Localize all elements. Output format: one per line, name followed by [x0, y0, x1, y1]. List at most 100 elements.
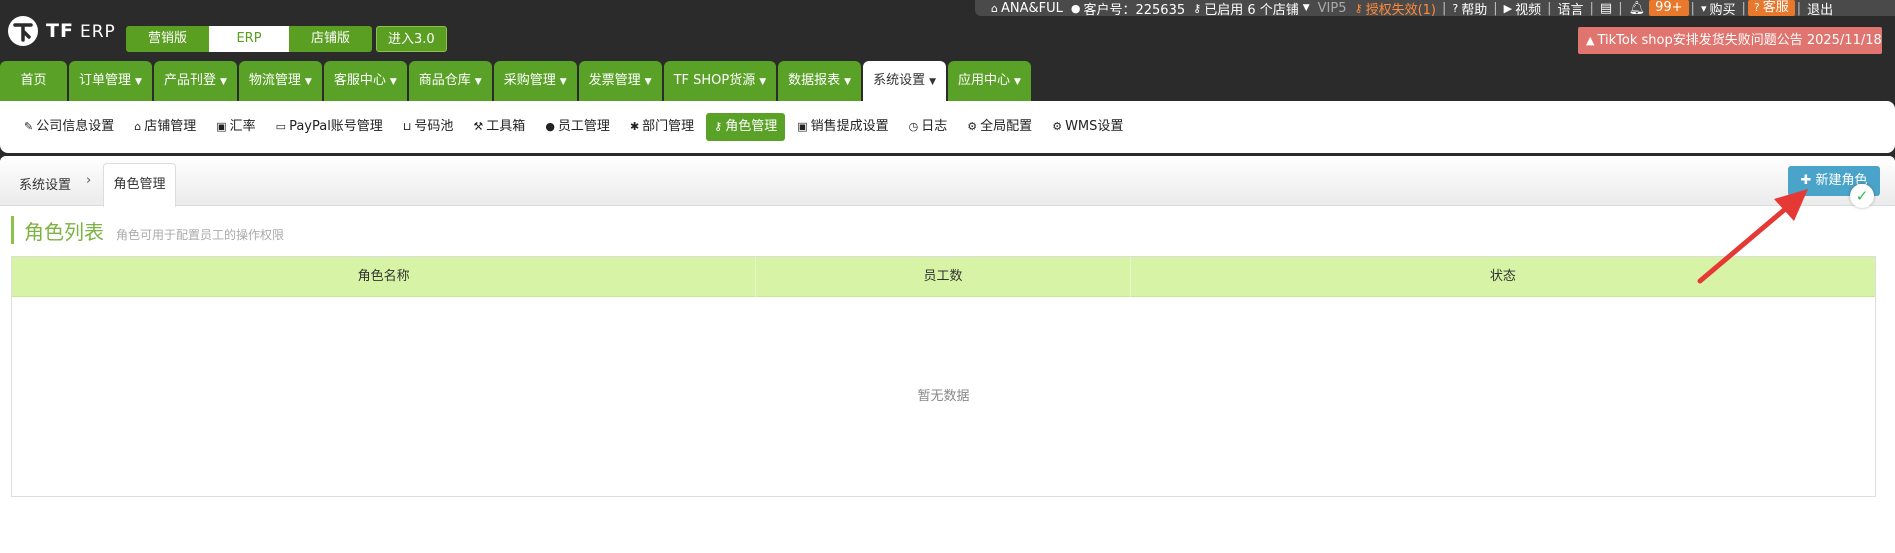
notice-banner[interactable]: ▲ TikTok shop安排发货失败问题公告 2025/11/18 [1578, 27, 1882, 54]
sub-nav-item[interactable]: ▣ 汇率 [208, 113, 263, 141]
chevron-right-icon: › [86, 173, 92, 188]
divider: | [1690, 0, 1695, 16]
cog-icon: ⚙ [1052, 120, 1063, 133]
customer-number-text: 客户号：225635 [1083, 2, 1186, 18]
service-button[interactable]: ? 客服 [1747, 0, 1795, 16]
key-icon: ⚷ [714, 120, 723, 133]
service-text: 客服 [1762, 0, 1789, 15]
store-name[interactable]: ⌂ ANA&FUL [987, 1, 1067, 16]
auth-status-text: 授权失效(1) [1365, 2, 1436, 18]
column-status: 状态 [1489, 269, 1516, 284]
language-link[interactable]: 语言 [1554, 0, 1588, 18]
empty-state: 暂无数据 [917, 389, 970, 404]
sub-nav-item[interactable]: ▣ 销售提成设置 [789, 113, 896, 141]
caret-down-icon: ▼ [389, 77, 397, 87]
notice-text: TikTok shop安排发货失败问题公告 2025/11/18 [1597, 33, 1882, 48]
bell-icon[interactable]: 🔔︎ [1625, 1, 1650, 16]
section-title: 角色列表 角色可用于配置员工的操作权限 [11, 216, 284, 244]
main-nav-item[interactable]: 发票管理 ▼ [578, 61, 662, 101]
check-icon[interactable]: ✓ [1850, 184, 1874, 208]
edition-erp[interactable]: ERP [209, 26, 290, 52]
main-nav-item[interactable]: 订单管理 ▼ [69, 61, 152, 101]
sub-nav-label: 号码池 [414, 119, 454, 134]
main-nav-item[interactable]: 产品刊登 ▼ [153, 61, 237, 101]
video-icon: ▶ [1503, 1, 1513, 15]
sub-nav-label: 汇率 [229, 119, 256, 134]
sub-nav: ✎ 公司信息设置 ⌂ 店铺管理 ▣ 汇率 ▭ PayPal账号管理 ⊔ 号码池 ⚒ 工具箱 ● 员工管理 ✱… [0, 101, 1895, 153]
sub-nav-item[interactable]: ⚷ 角色管理 [706, 113, 786, 141]
logo-icon [8, 16, 38, 46]
sub-nav-item[interactable]: ⌂ 店铺管理 [126, 113, 204, 141]
help-link[interactable]: ? 帮助 [1448, 0, 1491, 18]
cog-icon: ⚙ [967, 120, 978, 133]
column-employee-count: 员工数 [756, 257, 1131, 297]
clock-icon: ◷ [908, 120, 919, 133]
logo-brand: TF [46, 20, 74, 42]
sub-nav-label: WMS设置 [1065, 119, 1124, 134]
store-name-text: ANA&FUL [1000, 0, 1063, 16]
sub-nav-label: 角色管理 [725, 119, 778, 134]
main-nav-item[interactable]: 物流管理 ▼ [238, 61, 322, 101]
caret-down-icon: ▼ [844, 77, 852, 87]
divider: | [1493, 0, 1498, 16]
caret-down-icon: ▼ [1302, 3, 1310, 13]
enter-3-button[interactable]: 进入3.0 [376, 26, 447, 52]
sub-nav-item[interactable]: ▭ PayPal账号管理 [268, 113, 391, 141]
user-icon: ● [1070, 1, 1081, 15]
home-icon: ⌂ [991, 1, 998, 15]
user-icon: ● [545, 120, 555, 133]
main-nav-label: 发票管理 [588, 73, 641, 88]
main-nav-label: 物流管理 [248, 73, 301, 88]
main-nav-item[interactable]: 系统设置 ▼ [863, 61, 947, 101]
caret-down-icon: ▼ [1014, 77, 1021, 87]
role-table: 角色名称 员工数 状态 暂无数据 [11, 256, 1876, 497]
video-link[interactable]: ▶ 视频 [1500, 0, 1545, 18]
key-icon: ⚷ [1193, 1, 1202, 15]
gavel-icon: ⚒ [473, 120, 484, 133]
sub-nav-item[interactable]: ⚙ WMS设置 [1044, 113, 1131, 141]
table-header: 角色名称 员工数 状态 [12, 257, 1875, 297]
main-nav-item[interactable]: 客服中心 ▼ [323, 61, 407, 101]
plus-icon: ✚ [1800, 173, 1816, 188]
book-icon[interactable]: ▤ [1596, 1, 1616, 16]
sub-nav-item[interactable]: ✎ 公司信息设置 [16, 113, 122, 141]
breadcrumb-current-tab[interactable]: 角色管理 [103, 163, 176, 207]
sub-nav-item[interactable]: ⊔ 号码池 [395, 113, 462, 141]
main-nav-label: 采购管理 [503, 73, 556, 88]
sub-nav-item[interactable]: ● 员工管理 [537, 113, 618, 141]
sub-nav-item[interactable]: ✱ 部门管理 [622, 113, 702, 141]
divider: | [1547, 0, 1552, 16]
vip-level: VIP5 [1317, 0, 1347, 16]
breadcrumb-root[interactable]: 系统设置 [19, 174, 71, 193]
sub-nav-item[interactable]: ⚒ 工具箱 [465, 113, 533, 141]
sub-nav-label: 员工管理 [557, 119, 610, 134]
logout-link[interactable]: 退出 [1803, 0, 1837, 18]
buy-link[interactable]: ▾ 购买 [1697, 0, 1740, 18]
logo[interactable]: TF ERP [6, 14, 116, 48]
caret-down-icon: ▼ [929, 77, 937, 87]
sub-nav-label: 公司信息设置 [36, 119, 115, 134]
notify-count-badge[interactable]: 99+ [1649, 0, 1689, 16]
main-nav-label: 首页 [20, 73, 47, 88]
auth-status[interactable]: ⚷ 授权失效(1) [1351, 0, 1440, 18]
edition-marketing[interactable]: 营销版 [126, 26, 210, 52]
sub-nav-label: 工具箱 [486, 119, 526, 134]
edition-store[interactable]: 店铺版 [289, 26, 373, 52]
main-nav-item[interactable]: 采购管理 ▼ [493, 61, 577, 101]
sub-nav-item[interactable]: ◷ 日志 [901, 113, 956, 141]
stores-enabled[interactable]: ⚷ 已启用 6 个店铺 ▼ [1189, 0, 1314, 18]
main-nav-item[interactable]: 商品仓库 ▼ [408, 61, 492, 101]
main-nav-item[interactable]: 首页 [0, 61, 67, 101]
sub-nav-item[interactable]: ⚙ 全局配置 [959, 113, 1040, 141]
main-nav-item[interactable]: TF SHOP货源 ▼ [663, 61, 777, 101]
sub-nav-label: 店铺管理 [144, 119, 197, 134]
caret-down-icon: ▼ [219, 77, 227, 87]
main-nav-item[interactable]: 应用中心 ▼ [948, 61, 1031, 101]
caret-down-icon: ▼ [759, 77, 767, 87]
main-nav-item[interactable]: 数据报表 ▼ [778, 61, 862, 101]
caret-down-icon: ▼ [644, 77, 652, 87]
main-nav-label: 数据报表 [788, 73, 841, 88]
main-nav-label: 系统设置 [873, 73, 926, 88]
main-nav-label: TF SHOP货源 [673, 73, 756, 88]
caret-down-icon: ▼ [135, 77, 142, 87]
